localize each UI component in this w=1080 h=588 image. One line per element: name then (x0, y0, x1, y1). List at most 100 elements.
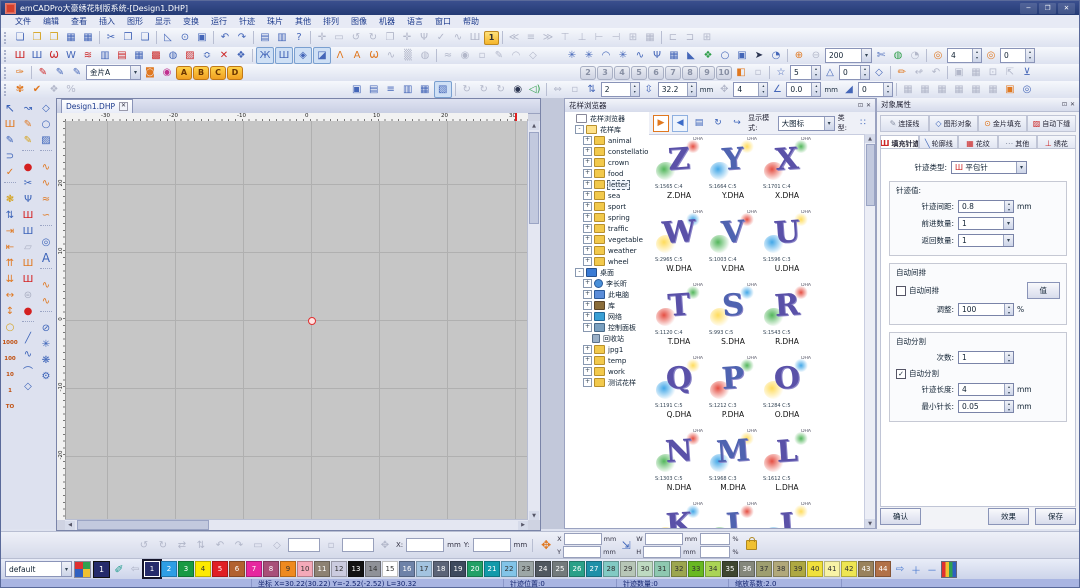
pen-line-icon[interactable]: ✎ (69, 65, 85, 80)
expand-icon[interactable]: + (583, 290, 592, 299)
tree-item-sport[interactable]: +sport (565, 201, 649, 212)
monogram-tool-icon[interactable]: A (349, 48, 365, 63)
expand-icon[interactable]: + (583, 169, 592, 178)
lasso-select-tool-icon[interactable]: ⊃ (2, 148, 19, 164)
spinner-arrows[interactable]: ▴▾ (811, 83, 820, 96)
order-up-tool-icon[interactable]: ⇈ (2, 255, 19, 271)
palette-next-icon[interactable]: ⇨ (893, 564, 907, 575)
height-field[interactable] (643, 546, 681, 558)
stitch-spacing-spinner[interactable]: 0.8 ▴▾ (958, 200, 1014, 213)
color-swatch-43[interactable]: 43 (858, 561, 874, 577)
color-swatch-19[interactable]: 19 (450, 561, 466, 577)
chevron-down-icon[interactable]: ▾ (1003, 218, 1013, 229)
color-swatch-41[interactable]: 41 (824, 561, 840, 577)
print-icon[interactable]: ▣ (194, 30, 210, 45)
tree-item-spring[interactable]: +spring (565, 212, 649, 223)
tree-item-vegetable[interactable]: +vegetable (565, 234, 649, 245)
spinner-arrows[interactable]: ▴▾ (883, 83, 892, 96)
zoom-clip-icon[interactable]: ✄ (873, 48, 889, 63)
tree-item-weather[interactable]: +weather (565, 245, 649, 256)
pattern-item-X[interactable]: DHAXS:1701 C:4X.DHA (760, 137, 814, 210)
slope-tool-icon[interactable]: ◺ (160, 30, 176, 45)
rotate-angle-field[interactable] (288, 538, 320, 552)
scroll-left-icon[interactable]: ◀ (65, 521, 75, 530)
needle-tool-icon[interactable]: Ψ (20, 191, 37, 207)
sequin-b-button[interactable]: B (193, 66, 209, 80)
mesh-tool-icon[interactable]: ▦ (666, 48, 682, 63)
return-count-combo[interactable]: 1 ▾ (958, 234, 1014, 247)
stop-tool-icon[interactable]: ● (20, 159, 37, 175)
panel-close-icon[interactable]: ✕ (1070, 101, 1075, 108)
undo-icon[interactable]: ↶ (217, 30, 233, 45)
y-position-field[interactable] (473, 538, 511, 552)
aspect-lock-icon[interactable] (746, 540, 757, 550)
height-percent-field[interactable] (700, 546, 730, 558)
spinner-arrows[interactable]: ▴▾ (811, 66, 820, 79)
lock-group-button[interactable]: 1 (484, 31, 499, 45)
height-value-spinner[interactable]: 32.2▴▾ (658, 82, 697, 97)
sequin-mark-tool-icon[interactable]: ○ (2, 319, 19, 335)
merge-tool-icon[interactable]: ⊻ (1019, 65, 1035, 80)
color-bar-icon[interactable] (941, 561, 957, 578)
e-stitch-icon[interactable]: Ѡ (46, 48, 62, 63)
eraser-tool-icon[interactable]: ▱ (20, 239, 37, 255)
pen-tool-icon[interactable]: ✎ (20, 132, 37, 148)
fill-vertical-icon[interactable]: ▥ (97, 48, 113, 63)
sequin-a-button[interactable]: A (176, 66, 192, 80)
color-swatch-37[interactable]: 37 (756, 561, 772, 577)
tree-item-sea[interactable]: +sea (565, 190, 649, 201)
curve-run-1-tool-icon[interactable]: ∿ (38, 277, 55, 293)
skew-angle-field[interactable] (342, 538, 374, 552)
pattern-item-S[interactable]: DHASS:993 C:5S.DHA (706, 283, 760, 356)
view-design-icon[interactable]: ▧ (434, 81, 452, 98)
panel-close-icon[interactable]: ✕ (866, 102, 871, 109)
width-percent-field[interactable] (700, 533, 730, 545)
pattern-item-Y[interactable]: DHAYS:1664 C:5Y.DHA (706, 137, 760, 210)
expand-icon[interactable]: + (583, 257, 592, 266)
shape-pentagon-tool-icon[interactable]: ◇ (38, 100, 55, 116)
color-swatch-42[interactable]: 42 (841, 561, 857, 577)
open-recent-icon[interactable]: ❒ (46, 30, 62, 45)
tree-item-花样浏览器[interactable]: 花样浏览器 (565, 113, 649, 124)
expand-icon[interactable]: + (583, 367, 592, 376)
color-swatch-20[interactable]: 20 (467, 561, 483, 577)
x-offset-field[interactable] (564, 533, 602, 545)
expand-icon[interactable]: + (583, 158, 592, 167)
confirm-mode-icon[interactable]: ✔ (29, 82, 45, 97)
add-color-icon[interactable]: ＋ (909, 562, 923, 577)
color-swatch-11[interactable]: 11 (314, 561, 330, 577)
collapse-icon[interactable]: - (575, 125, 584, 134)
vertical-scroll-thumb[interactable] (529, 132, 539, 224)
expand-icon[interactable]: + (583, 136, 592, 145)
motif-fill-icon[interactable]: ▨ (182, 48, 198, 63)
color-swatch-21[interactable]: 21 (484, 561, 500, 577)
stitch-insert-tool-icon[interactable]: Ш (20, 223, 37, 239)
curve-select-tool-icon[interactable]: ↝ (20, 100, 37, 116)
polygon-inset-spinner[interactable]: 0▴▾ (839, 65, 870, 80)
spin-down-icon[interactable]: ▾ (688, 89, 696, 95)
chevron-down-icon[interactable]: ▾ (1016, 162, 1026, 173)
bean-stitch-tool-icon[interactable]: ≈ (38, 191, 55, 207)
menu-珠片[interactable]: 珠片 (261, 16, 289, 27)
speaker-icon[interactable]: ◁) (527, 82, 543, 97)
horizontal-scroll-thumb[interactable] (77, 520, 209, 530)
spin-down-icon[interactable]: ▾ (631, 89, 639, 95)
minimize-button[interactable]: ─ (1020, 3, 1037, 14)
confirm-button[interactable]: 确认 (880, 508, 921, 525)
current-color-chip[interactable]: 1 (93, 561, 110, 578)
density-b-value-spinner[interactable]: 0▴▾ (1000, 48, 1035, 63)
help-icon[interactable]: ? (291, 30, 307, 45)
expand-icon[interactable]: + (583, 235, 592, 244)
tree-item-letter[interactable]: +letter (565, 179, 649, 190)
scroll-right-icon[interactable]: ▶ (518, 521, 528, 530)
menu-语言[interactable]: 语言 (401, 16, 429, 27)
line-tool-icon[interactable]: ╱ (20, 330, 37, 346)
spinner-arrows[interactable]: ▴▾ (630, 83, 639, 96)
pattern-tool-2-icon[interactable]: ✳ (581, 48, 597, 63)
chevron-down-icon[interactable]: ▾ (861, 49, 871, 62)
color-swatch-35[interactable]: 35 (722, 561, 738, 577)
min-stitch-spinner[interactable]: 0.05 ▴▾ (958, 400, 1014, 413)
color-swatch-25[interactable]: 25 (552, 561, 568, 577)
row-spacing-icon[interactable]: ⇅ (584, 82, 600, 97)
expand-icon[interactable]: + (583, 147, 592, 156)
